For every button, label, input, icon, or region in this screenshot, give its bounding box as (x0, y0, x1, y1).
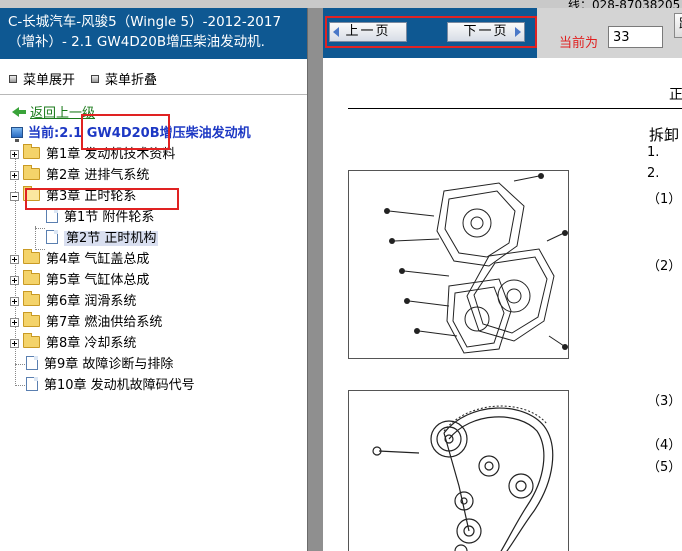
tree-line (35, 226, 36, 248)
tree-item-label: 第5章 气缸体总成 (46, 273, 150, 288)
back-link-row[interactable]: 返回上一级 (12, 104, 95, 124)
tree-item-chapter-5[interactable]: 第5章 气缸体总成 (10, 270, 150, 291)
document-icon (26, 356, 38, 370)
back-link[interactable]: 返回上一级 (30, 106, 95, 121)
tree-item-chapter-8[interactable]: 第8章 冷却系统 (10, 333, 137, 354)
document-viewer-panel: 上一页 下一页 当前为 跳 正 拆卸 1. 2. （1） （2） （3） （4）… (323, 8, 682, 551)
expand-toggle-icon[interactable] (10, 318, 19, 327)
tree-line (15, 385, 25, 386)
folder-icon (23, 291, 40, 306)
document-icon (26, 377, 38, 391)
next-page-button[interactable]: 下一页 (447, 22, 525, 42)
folder-icon (23, 333, 40, 348)
step-1-number: 1. (647, 145, 660, 160)
substep-3-number: （3） (647, 394, 682, 409)
tree-item-label: 第9章 故障诊断与排除 (44, 357, 174, 372)
expand-icon (9, 75, 17, 83)
manual-title-line-2: （增补）- 2.1 GW4D20B增压柴油发动机. (8, 34, 265, 50)
page-header-text: 正 (669, 87, 682, 103)
menu-collapse-button[interactable]: 菜单折叠 (91, 69, 157, 88)
timing-cover-drawing (384, 173, 568, 354)
document-page: 正 拆卸 1. 2. （1） （2） （3） （4） （5） (323, 58, 682, 551)
computer-icon (11, 127, 23, 142)
tree-item-chapter-9[interactable]: 第9章 故障诊断与排除 (26, 355, 173, 375)
page-jump-area: 当前为 跳 (537, 8, 682, 58)
collapse-toggle-icon[interactable] (10, 192, 19, 201)
substep-2-number: （2） (647, 259, 682, 274)
tree-item-label-selected: 第2节 正时机构 (64, 231, 159, 246)
expand-toggle-icon[interactable] (10, 297, 19, 306)
tree-item-chapter-10[interactable]: 第10章 发动机故障码代号 (26, 376, 195, 396)
tree-item-chapter-3[interactable]: 第3章 正时轮系 (10, 186, 137, 207)
timing-belt-diagram (348, 390, 569, 551)
tree-item-label: 第1章 发动机技术资料 (46, 147, 176, 162)
prev-page-label: 上一页 (345, 24, 391, 39)
tree-item-label: 第10章 发动机故障码代号 (44, 378, 195, 393)
folder-icon (23, 312, 40, 327)
tree-item-label: 第1节 附件轮系 (64, 210, 155, 225)
prev-page-button[interactable]: 上一页 (329, 22, 407, 42)
current-engine-code: GW4D20B (86, 126, 160, 141)
page-toolbar: 上一页 下一页 当前为 跳 (323, 8, 682, 58)
step-2-number: 2. (647, 166, 660, 181)
expand-toggle-icon[interactable] (10, 276, 19, 285)
section-title: 拆卸 (649, 126, 680, 144)
current-page-input[interactable] (608, 26, 663, 48)
left-navigation-panel: C-长城汽车-风骏5（Wingle 5）-2012-2017 （增补）- 2.1… (0, 8, 313, 551)
go-page-button[interactable]: 跳 (674, 13, 682, 38)
page-header-rule (348, 108, 682, 109)
document-icon (46, 209, 58, 223)
current-page-label: 当前为 (559, 36, 599, 51)
tree-item-section-1[interactable]: 第1节 附件轮系 (46, 208, 154, 228)
menu-toolbar: 菜单展开 菜单折叠 (0, 59, 307, 95)
tree-item-label: 第8章 冷却系统 (46, 336, 137, 351)
expand-toggle-icon[interactable] (10, 171, 19, 180)
tree-line (35, 228, 45, 229)
expand-toggle-icon[interactable] (10, 339, 19, 348)
tree-item-chapter-1[interactable]: 第1章 发动机技术资料 (10, 144, 176, 165)
current-prefix: 当前:2.1 (28, 126, 87, 141)
tree-item-label: 第4章 气缸盖总成 (46, 252, 150, 267)
menu-collapse-label: 菜单折叠 (105, 73, 158, 88)
tree-item-section-2[interactable]: 第2节 正时机构 (46, 229, 159, 249)
substep-5-number: （5） (647, 460, 682, 475)
tree-item-label: 第2章 进排气系统 (46, 168, 150, 183)
folder-icon (23, 165, 40, 180)
substep-1-number: （1） (647, 192, 682, 207)
document-icon (46, 230, 58, 244)
tree-item-chapter-2[interactable]: 第2章 进排气系统 (10, 165, 150, 186)
tree-item-label: 第3章 正时轮系 (46, 189, 137, 204)
back-arrow-icon (12, 106, 26, 118)
expand-toggle-icon[interactable] (10, 255, 19, 264)
folder-icon (23, 249, 40, 264)
next-page-label: 下一页 (463, 24, 509, 39)
tree-item-chapter-4[interactable]: 第4章 气缸盖总成 (10, 249, 150, 270)
tree-item-label: 第6章 润滑系统 (46, 294, 137, 309)
timing-belt-drawing (372, 405, 554, 551)
open-folder-icon (23, 186, 40, 201)
substep-4-number: （4） (647, 438, 682, 453)
folder-icon (23, 270, 40, 285)
left-arrow-icon (333, 27, 339, 37)
current-suffix: 增压柴油发动机 (159, 126, 251, 141)
tree-item-label: 第7章 燃油供给系统 (46, 315, 163, 330)
manual-title-header: C-长城汽车-风骏5（Wingle 5）-2012-2017 （增补）- 2.1… (0, 8, 307, 59)
collapse-icon (91, 75, 99, 83)
tree-line (15, 364, 25, 365)
right-arrow-icon (515, 27, 521, 37)
tree-item-chapter-7[interactable]: 第7章 燃油供给系统 (10, 312, 163, 333)
manual-title-line-1: C-长城汽车-风骏5（Wingle 5）-2012-2017 (8, 14, 282, 30)
tree-item-chapter-6[interactable]: 第6章 润滑系统 (10, 291, 137, 312)
folder-icon (23, 144, 40, 159)
current-location: 当前:2.1 GW4D20B增压柴油发动机 (11, 124, 251, 144)
timing-cover-diagram (348, 170, 569, 359)
top-strip: 线：028-87038205 (0, 0, 682, 12)
menu-expand-button[interactable]: 菜单展开 (9, 69, 75, 88)
panel-splitter[interactable] (307, 8, 323, 551)
app-root: 线：028-87038205 C-长城汽车-风骏5（Wingle 5）-2012… (0, 0, 682, 551)
menu-expand-label: 菜单展开 (23, 73, 76, 88)
expand-toggle-icon[interactable] (10, 150, 19, 159)
